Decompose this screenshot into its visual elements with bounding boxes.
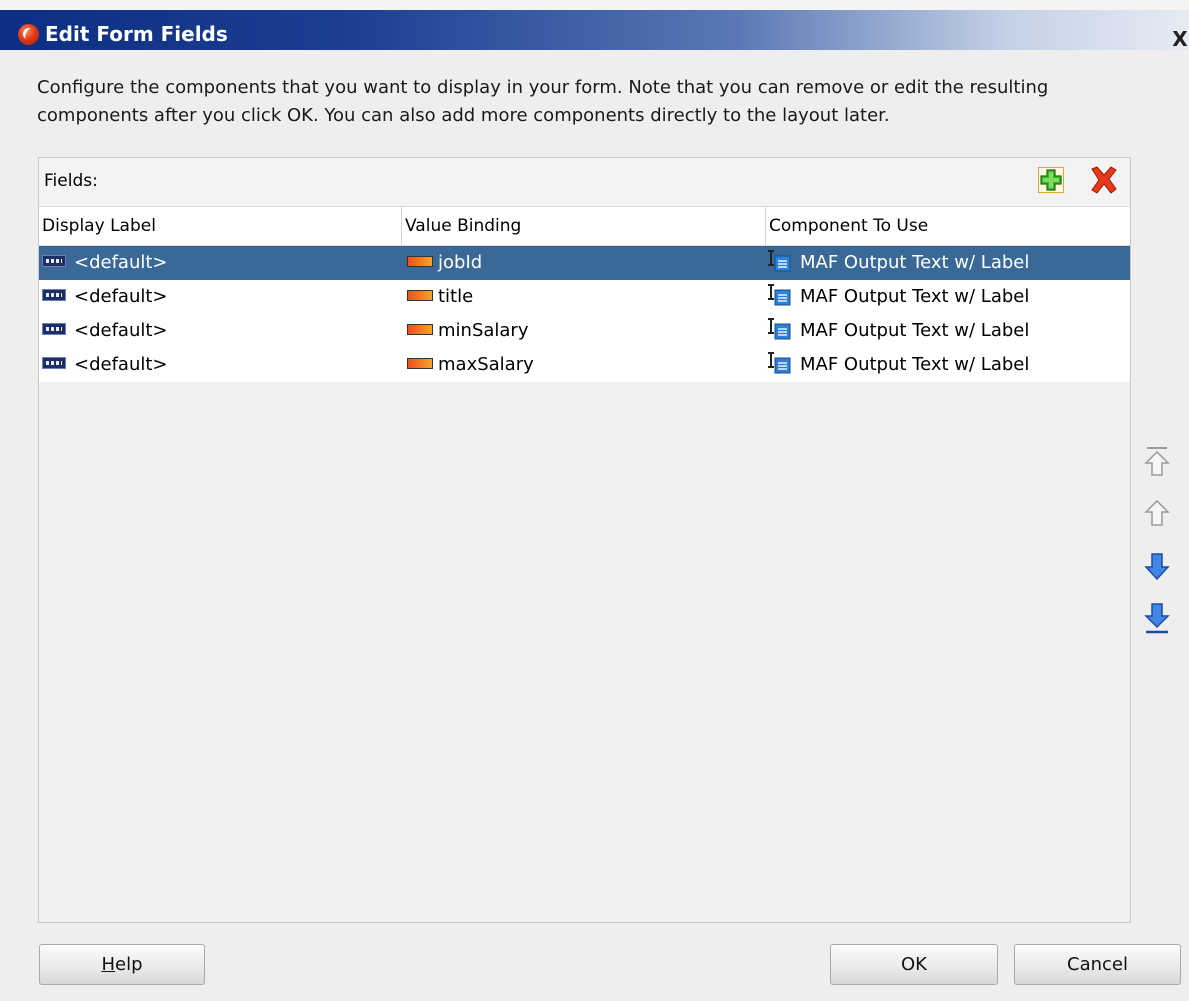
- value-binding-cell[interactable]: jobId: [407, 246, 482, 280]
- table-row[interactable]: <default> title MAF Output Text w/ Label: [39, 280, 1130, 314]
- fields-table-header: Display Label Value Binding Component To…: [39, 206, 1130, 246]
- display-label-cell[interactable]: <default>: [42, 280, 168, 314]
- move-top-icon[interactable]: [1140, 445, 1174, 479]
- table-row[interactable]: <default> jobId MAF Output Text w/ Label: [39, 246, 1130, 280]
- attribute-icon: [407, 323, 433, 335]
- component-cell[interactable]: MAF Output Text w/ Label: [766, 280, 1029, 314]
- ok-button[interactable]: OK: [830, 944, 998, 985]
- cancel-button[interactable]: Cancel: [1014, 944, 1181, 985]
- text-field-icon: [42, 289, 66, 301]
- output-text-component-icon: [766, 249, 792, 273]
- move-down-icon[interactable]: [1140, 550, 1174, 584]
- component-cell[interactable]: MAF Output Text w/ Label: [766, 246, 1029, 280]
- output-text-component-icon: [766, 283, 792, 307]
- output-text-component-icon: [766, 351, 792, 375]
- display-label-cell[interactable]: <default>: [42, 348, 168, 382]
- fields-label: Fields:: [44, 171, 98, 191]
- attribute-icon: [407, 357, 433, 369]
- value-binding-cell[interactable]: minSalary: [407, 314, 528, 348]
- move-up-icon[interactable]: [1140, 497, 1174, 531]
- text-field-icon: [42, 323, 66, 335]
- value-binding-cell[interactable]: title: [407, 280, 473, 314]
- dialog-title: Edit Form Fields: [45, 22, 228, 46]
- add-field-icon[interactable]: [1038, 167, 1064, 193]
- text-field-icon: [42, 357, 66, 369]
- column-header-display-label[interactable]: Display Label: [39, 207, 401, 245]
- value-binding-cell[interactable]: maxSalary: [407, 348, 534, 382]
- app-logo-icon: [18, 24, 39, 45]
- column-header-component[interactable]: Component To Use: [765, 207, 1130, 245]
- table-row[interactable]: <default> minSalary MAF Output Text w/ L…: [39, 314, 1130, 348]
- title-bar: Edit Form Fields X: [0, 0, 1189, 50]
- column-header-value-binding[interactable]: Value Binding: [401, 207, 765, 245]
- help-button[interactable]: Help: [39, 944, 205, 985]
- fields-panel: Fields: Display Label Value Binding Comp…: [38, 157, 1131, 923]
- display-label-cell[interactable]: <default>: [42, 314, 168, 348]
- remove-field-icon[interactable]: [1087, 165, 1121, 195]
- table-row[interactable]: <default> maxSalary MAF Output Text w/ L…: [39, 348, 1130, 382]
- text-field-icon: [42, 255, 66, 267]
- fields-table-body: <default> jobId MAF Output Text w/ Label…: [39, 246, 1130, 382]
- fields-toolbar: Fields:: [39, 158, 1130, 206]
- move-bottom-icon[interactable]: [1140, 602, 1174, 636]
- close-button[interactable]: X: [1171, 28, 1189, 50]
- component-cell[interactable]: MAF Output Text w/ Label: [766, 348, 1029, 382]
- attribute-icon: [407, 255, 433, 267]
- description-text: Configure the components that you want t…: [37, 77, 1049, 126]
- display-label-cell[interactable]: <default>: [42, 246, 168, 280]
- component-cell[interactable]: MAF Output Text w/ Label: [766, 314, 1029, 348]
- output-text-component-icon: [766, 317, 792, 341]
- attribute-icon: [407, 289, 433, 301]
